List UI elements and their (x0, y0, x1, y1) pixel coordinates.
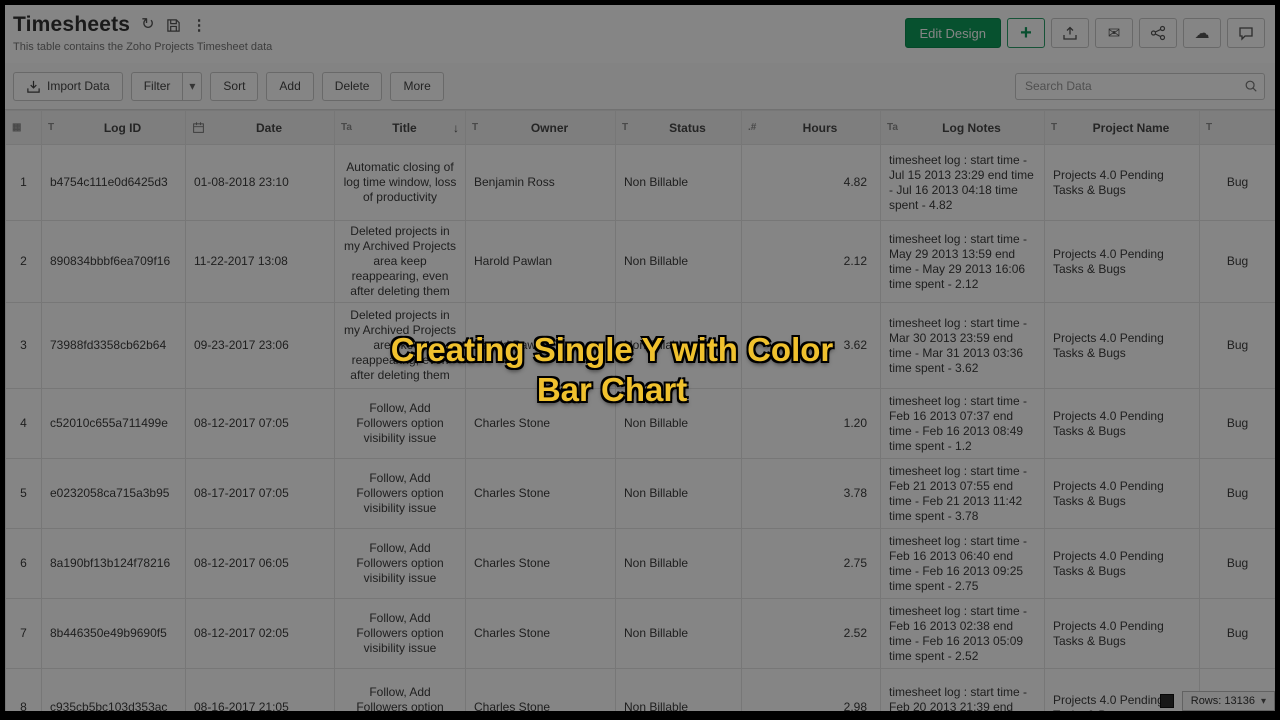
video-title-line2: Bar Chart (0, 370, 1224, 410)
video-title-line1: Creating Single Y with Color (0, 330, 1224, 370)
video-title: Creating Single Y with Color Bar Chart (0, 330, 1224, 410)
app-frame: Timesheets ↻ ⋮ This table contains the Z… (0, 0, 1280, 720)
video-dim-overlay: Creating Single Y with Color Bar Chart (0, 0, 1280, 720)
